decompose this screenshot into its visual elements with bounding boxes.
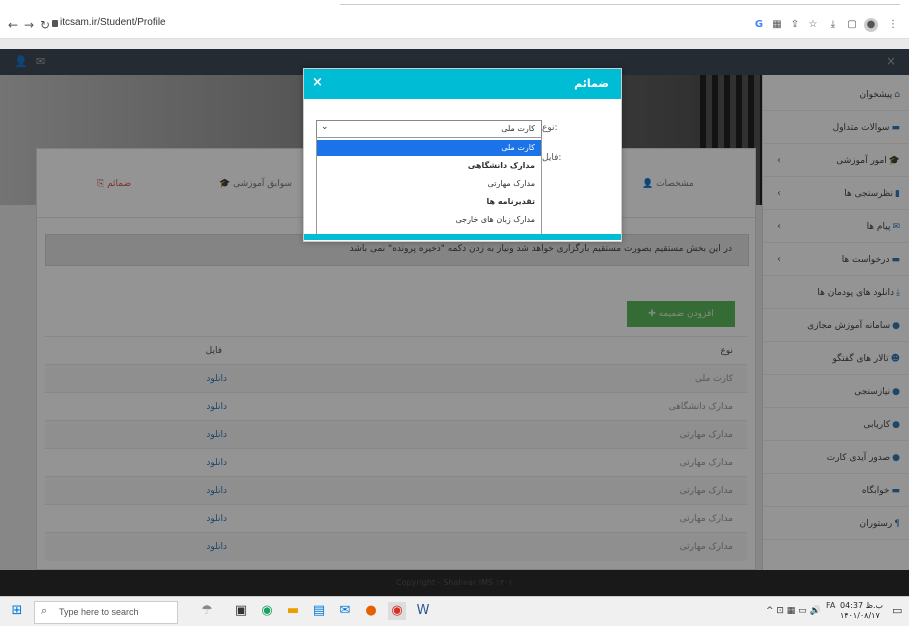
windows-start-icon[interactable]: ⊞	[8, 602, 26, 620]
type-label: نوع:	[542, 123, 558, 133]
close-icon[interactable]: ×	[312, 75, 323, 90]
word-icon[interactable]: W	[414, 602, 432, 620]
sidepanel-icon[interactable]: ▢	[845, 18, 859, 32]
modal-header: ضمائم ×	[304, 69, 621, 99]
language-indicator[interactable]: FA	[826, 601, 835, 610]
option-national-card[interactable]: کارت ملی	[317, 140, 541, 156]
clock-time: 04:37 ب.ظ	[840, 601, 884, 610]
weather-widget-icon[interactable]: ☂	[190, 602, 224, 620]
modal-title: ضمائم	[574, 77, 609, 90]
chevron-down-icon: ⌄	[321, 122, 329, 132]
firefox-icon[interactable]: ●	[362, 602, 380, 620]
lock-icon	[52, 20, 58, 27]
taskbar-search[interactable]: ⌕ Type here to search	[34, 601, 178, 624]
option-skill-docs[interactable]: مدارک مهارتی	[317, 176, 541, 192]
file-explorer-icon[interactable]: ▬	[284, 602, 302, 620]
chrome-active-icon[interactable]: ◉	[388, 602, 406, 620]
option-language-docs[interactable]: مدارک زبان های خارجی	[317, 212, 541, 228]
type-dropdown-list: کارت ملی مدارک دانشگاهی مدارک مهارتی تقد…	[316, 137, 542, 235]
forward-icon[interactable]: →	[22, 18, 36, 32]
task-view-icon[interactable]: ▣	[232, 602, 250, 620]
attachments-modal: ضمائم × نوع: فایل: کارت ملی ⌄ کارت ملی م…	[303, 68, 622, 242]
tab-strip-divider	[340, 4, 900, 5]
mail-app-icon[interactable]: ✉	[336, 602, 354, 620]
notification-icon[interactable]: ▭	[892, 604, 902, 617]
chrome-icon[interactable]: ◉	[258, 602, 276, 620]
option-university-docs[interactable]: مدارک دانشگاهی	[317, 158, 541, 174]
reload-icon[interactable]: ↻	[38, 18, 52, 32]
share-icon[interactable]: ⇪	[788, 18, 802, 32]
clock-date: ۱۴۰۱/۰۸/۱۷	[840, 611, 880, 620]
search-icon: ⌕	[41, 605, 48, 617]
menu-icon[interactable]: ⋮	[886, 18, 900, 32]
type-select[interactable]: کارت ملی ⌄	[316, 120, 542, 138]
store-icon[interactable]: ▤	[310, 602, 328, 620]
extension-icon[interactable]: ▦	[770, 18, 784, 32]
back-icon[interactable]: ←	[6, 18, 20, 32]
modal-footer-bar	[304, 234, 621, 240]
browser-toolbar: ← → ↻ itcsam.ir/Student/Profile G ▦ ⇪ ☆ …	[0, 0, 909, 39]
tray-icons[interactable]: ^ ⊡ ▦ ▭ 🔊	[766, 606, 821, 616]
download-icon[interactable]: ⤓	[826, 18, 840, 32]
google-icon[interactable]: G	[752, 18, 766, 32]
star-icon[interactable]: ☆	[806, 18, 820, 32]
address-bar[interactable]: itcsam.ir/Student/Profile	[60, 17, 166, 28]
profile-icon[interactable]: ●	[864, 18, 878, 32]
taskbar-clock[interactable]: 04:37 ب.ظ ۱۴۰۱/۰۸/۱۷	[840, 601, 883, 621]
option-certificates[interactable]: تقدیرنامه ها	[317, 194, 541, 210]
select-value: کارت ملی	[501, 124, 535, 133]
file-label: فایل:	[542, 153, 562, 163]
windows-taskbar: ⊞ ⌕ Type here to search ☂ ▣ ◉ ▬ ▤ ✉ ● ◉ …	[0, 596, 909, 626]
search-placeholder: Type here to search	[59, 607, 139, 617]
